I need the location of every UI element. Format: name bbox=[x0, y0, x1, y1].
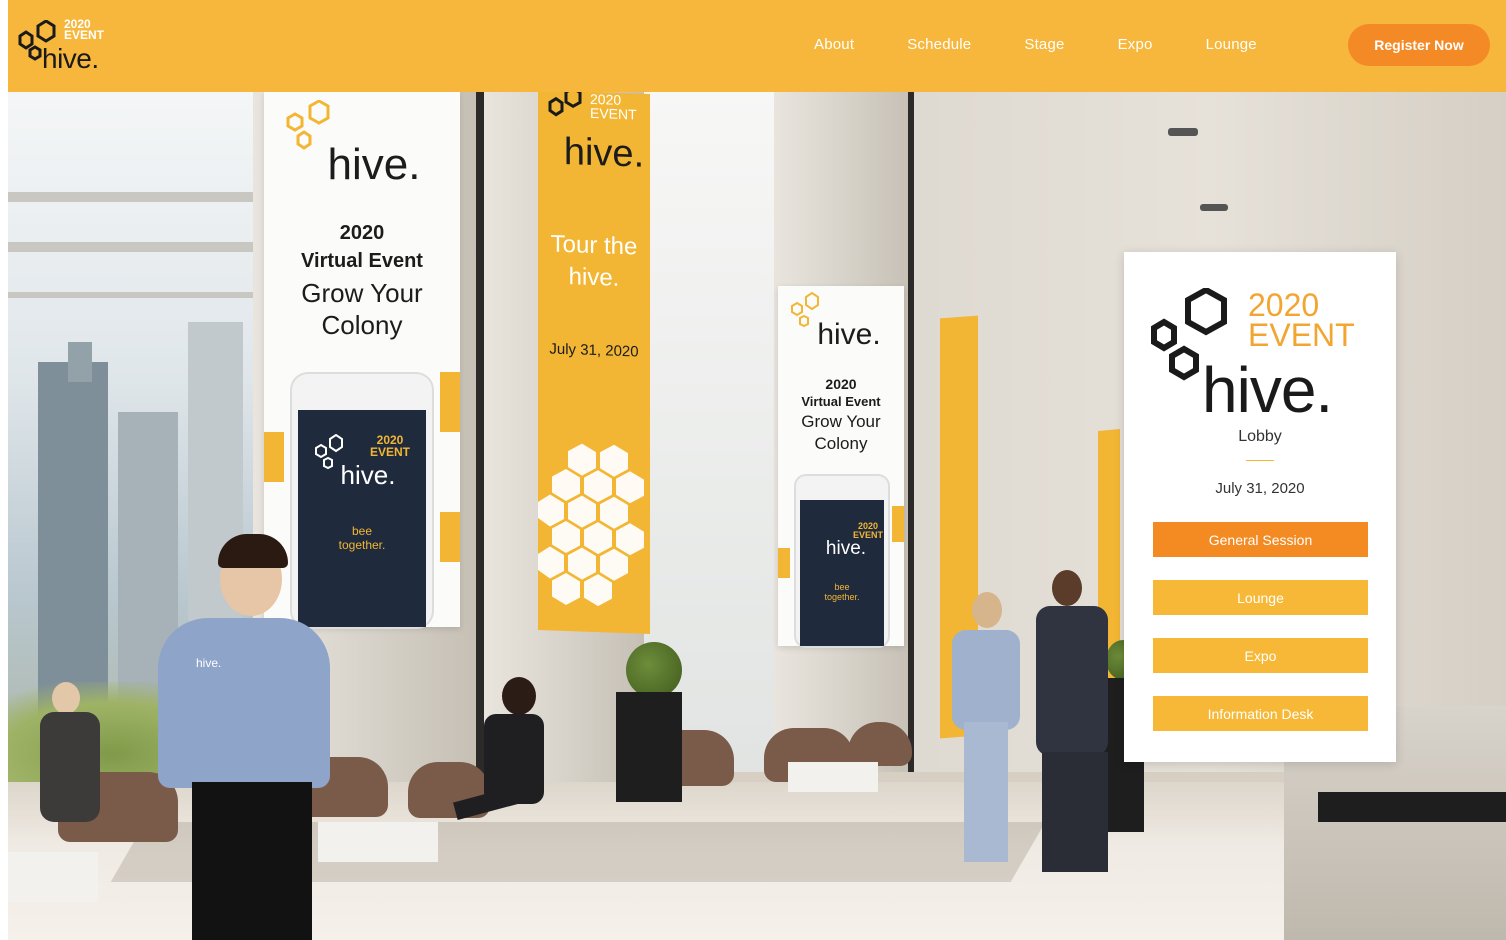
banner-brand: hive. bbox=[327, 140, 421, 189]
information-desk-button[interactable]: Information Desk bbox=[1153, 696, 1368, 731]
banner-tagline: Grow Your bbox=[301, 278, 423, 308]
banner-subtitle: Virtual Event bbox=[801, 394, 881, 409]
reception-desk-band bbox=[1318, 792, 1506, 822]
card-subtitle: Lobby bbox=[1238, 428, 1282, 445]
banner-tour-text: Tour the bbox=[550, 230, 638, 261]
logo-name: hive. bbox=[42, 43, 99, 74]
nav-expo[interactable]: Expo bbox=[1118, 36, 1153, 53]
main-nav: About Schedule Stage Expo Lounge bbox=[814, 36, 1310, 53]
phone-mockup: 2020 EVENT hive. bee together. bbox=[292, 374, 432, 627]
banner-logo-year: 2020 EVENT bbox=[590, 92, 637, 123]
divider bbox=[1246, 460, 1274, 461]
card-logo-name: hive. bbox=[1202, 354, 1333, 426]
logo-year: 2020 EVENT bbox=[64, 17, 105, 42]
general-session-button[interactable]: General Session bbox=[1153, 522, 1368, 557]
brand-logo[interactable]: 2020 EVENT hive. bbox=[16, 18, 126, 80]
banner-date: July 31, 2020 bbox=[549, 340, 639, 361]
honeycomb-pattern-icon bbox=[538, 443, 644, 607]
banner-tagline: Grow Your bbox=[801, 412, 881, 431]
virtual-lobby-scene: hive. 2020 Virtual Event Grow Your Colon… bbox=[8, 92, 1506, 940]
phone-logo-name: hive. bbox=[825, 538, 867, 559]
banner-brand: hive. bbox=[817, 318, 881, 351]
banner-subtitle: Virtual Event bbox=[301, 250, 423, 272]
card-logo-year: 2020 EVENT bbox=[1248, 287, 1355, 353]
coffee-table bbox=[318, 822, 438, 862]
banner-tagline: Colony bbox=[814, 434, 868, 453]
pillar-edge bbox=[476, 92, 484, 792]
plant-pot bbox=[616, 692, 682, 802]
banner-tour-text: hive. bbox=[568, 263, 620, 292]
ceiling-light-icon bbox=[1168, 128, 1198, 136]
card-date: July 31, 2020 bbox=[1215, 480, 1305, 497]
banner-tour-the-hive[interactable]: 2020 EVENT hive. Tour the hive. July 31, … bbox=[538, 92, 650, 634]
banner-year: 2020 bbox=[825, 376, 857, 392]
phone-tagline: together. bbox=[338, 538, 386, 552]
top-navbar: 2020 EVENT hive. About Schedule Stage Exp… bbox=[8, 0, 1506, 92]
banner-tagline: Colony bbox=[321, 310, 403, 340]
lounge-button[interactable]: Lounge bbox=[1153, 580, 1368, 615]
nav-lounge[interactable]: Lounge bbox=[1206, 36, 1257, 53]
potted-plant bbox=[626, 642, 682, 698]
lobby-info-card: 2020 EVENT hive. Lobby July 31, 2020 Gene… bbox=[1124, 252, 1396, 762]
phone-logo-year: 2020 EVENT bbox=[369, 433, 410, 459]
ceiling-light-icon bbox=[1200, 204, 1228, 211]
banner-year: 2020 bbox=[339, 222, 385, 244]
phone-tagline: bee bbox=[351, 524, 373, 538]
coffee-table bbox=[8, 852, 98, 902]
expo-button[interactable]: Expo bbox=[1153, 638, 1368, 673]
banner-virtual-event-center[interactable]: hive. 2020 Virtual Event Grow Your Colon… bbox=[778, 286, 904, 646]
phone-logo-name: hive. bbox=[340, 460, 396, 490]
shirt-logo: hive. bbox=[196, 656, 222, 670]
phone-tagline: together. bbox=[824, 592, 860, 602]
nav-schedule[interactable]: Schedule bbox=[907, 36, 971, 53]
coffee-table bbox=[788, 762, 878, 792]
phone-tagline: bee bbox=[834, 582, 850, 592]
nav-about[interactable]: About bbox=[814, 36, 854, 53]
phone-mockup: 2020 EVENT hive. bee together. bbox=[796, 476, 888, 646]
banner-brand: hive. bbox=[563, 130, 645, 176]
nav-stage[interactable]: Stage bbox=[1024, 36, 1064, 53]
banner-virtual-event-left[interactable]: hive. 2020 Virtual Event Grow Your Colon… bbox=[264, 92, 460, 627]
register-now-button[interactable]: Register Now bbox=[1348, 24, 1490, 66]
